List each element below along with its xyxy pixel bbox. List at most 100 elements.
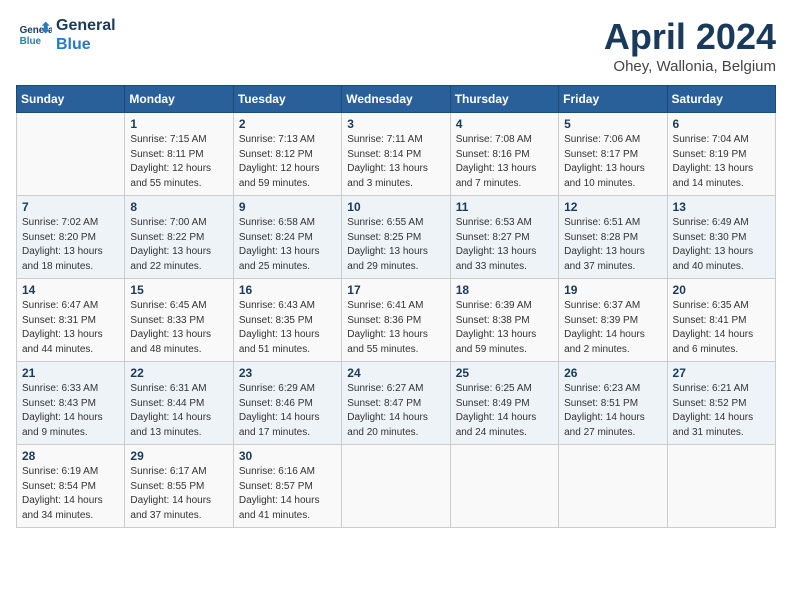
- day-number: 13: [673, 200, 770, 214]
- day-number: 1: [130, 117, 227, 131]
- svg-text:Blue: Blue: [20, 36, 42, 47]
- page-header: General Blue General Blue April 2024 Ohe…: [16, 16, 776, 75]
- day-number: 2: [239, 117, 336, 131]
- day-cell: 10 Sunrise: 6:55 AMSunset: 8:25 PMDayligh…: [342, 196, 450, 279]
- day-cell: 3Sunrise: 7:11 AMSunset: 8:14 PMDaylight…: [342, 113, 450, 196]
- day-cell: 22 Sunrise: 6:31 AMSunset: 8:44 PMDayligh…: [125, 362, 233, 445]
- day-cell: 29 Sunrise: 6:17 AMSunset: 8:55 PMDayligh…: [125, 445, 233, 528]
- day-info: Sunrise: 7:13 AMSunset: 8:12 PMDaylight:…: [239, 133, 336, 191]
- day-number: 25: [456, 366, 553, 380]
- day-cell: 30 Sunrise: 6:16 AMSunset: 8:57 PMDayligh…: [233, 445, 341, 528]
- day-info: Sunrise: 6:17 AMSunset: 8:55 PMDaylight:…: [130, 465, 227, 523]
- day-number: 9: [239, 200, 336, 214]
- day-info: Sunrise: 6:25 AMSunset: 8:49 PMDaylight:…: [456, 382, 553, 440]
- location: Ohey, Wallonia, Belgium: [604, 58, 776, 75]
- day-cell: 13Sunrise: 6:49 AMSunset: 8:30 PMDayligh…: [667, 196, 775, 279]
- day-number: 14: [22, 283, 119, 297]
- day-info: Sunrise: 7:06 AMSunset: 8:17 PMDaylight:…: [564, 133, 661, 191]
- day-cell: 4 Sunrise: 7:08 AMSunset: 8:16 PMDaylight…: [450, 113, 558, 196]
- day-number: 22: [130, 366, 227, 380]
- logo-icon: General Blue: [16, 17, 52, 53]
- day-cell: 6 Sunrise: 7:04 AMSunset: 8:19 PMDaylight…: [667, 113, 775, 196]
- day-cell: 5 Sunrise: 7:06 AMSunset: 8:17 PMDaylight…: [559, 113, 667, 196]
- day-cell: 18 Sunrise: 6:39 AMSunset: 8:38 PMDayligh…: [450, 279, 558, 362]
- day-number: 28: [22, 449, 119, 463]
- day-info: Sunrise: 6:23 AMSunset: 8:51 PMDaylight:…: [564, 382, 661, 440]
- day-number: 11: [456, 200, 553, 214]
- column-header-sunday: Sunday: [17, 86, 125, 113]
- day-info: Sunrise: 6:58 AMSunset: 8:24 PMDaylight:…: [239, 216, 336, 274]
- column-header-saturday: Saturday: [667, 86, 775, 113]
- month-title: April 2024: [604, 16, 776, 58]
- day-cell: 7Sunrise: 7:02 AMSunset: 8:20 PMDaylight…: [17, 196, 125, 279]
- day-cell: [559, 445, 667, 528]
- day-number: 27: [673, 366, 770, 380]
- day-info: Sunrise: 6:53 AMSunset: 8:27 PMDaylight:…: [456, 216, 553, 274]
- day-info: Sunrise: 6:47 AMSunset: 8:31 PMDaylight:…: [22, 299, 119, 357]
- day-number: 5: [564, 117, 661, 131]
- day-info: Sunrise: 7:15 AMSunset: 8:11 PMDaylight:…: [130, 133, 227, 191]
- day-number: 3: [347, 117, 444, 131]
- day-info: Sunrise: 6:43 AMSunset: 8:35 PMDaylight:…: [239, 299, 336, 357]
- title-block: April 2024 Ohey, Wallonia, Belgium: [604, 16, 776, 75]
- day-cell: 12 Sunrise: 6:51 AMSunset: 8:28 PMDayligh…: [559, 196, 667, 279]
- day-number: 10: [347, 200, 444, 214]
- day-number: 4: [456, 117, 553, 131]
- day-cell: 9 Sunrise: 6:58 AMSunset: 8:24 PMDaylight…: [233, 196, 341, 279]
- day-cell: 24Sunrise: 6:27 AMSunset: 8:47 PMDayligh…: [342, 362, 450, 445]
- day-number: 20: [673, 283, 770, 297]
- day-info: Sunrise: 6:37 AMSunset: 8:39 PMDaylight:…: [564, 299, 661, 357]
- day-number: 19: [564, 283, 661, 297]
- day-number: 16: [239, 283, 336, 297]
- day-cell: 28 Sunrise: 6:19 AMSunset: 8:54 PMDayligh…: [17, 445, 125, 528]
- day-info: Sunrise: 6:55 AMSunset: 8:25 PMDaylight:…: [347, 216, 444, 274]
- column-header-friday: Friday: [559, 86, 667, 113]
- day-info: Sunrise: 6:31 AMSunset: 8:44 PMDaylight:…: [130, 382, 227, 440]
- day-number: 24: [347, 366, 444, 380]
- logo: General Blue General Blue: [16, 16, 116, 54]
- column-header-tuesday: Tuesday: [233, 86, 341, 113]
- day-number: 6: [673, 117, 770, 131]
- day-cell: 1 Sunrise: 7:15 AMSunset: 8:11 PMDaylight…: [125, 113, 233, 196]
- week-row-5: 28 Sunrise: 6:19 AMSunset: 8:54 PMDayligh…: [17, 445, 776, 528]
- column-header-monday: Monday: [125, 86, 233, 113]
- day-info: Sunrise: 6:19 AMSunset: 8:54 PMDaylight:…: [22, 465, 119, 523]
- day-info: Sunrise: 6:33 AMSunset: 8:43 PMDaylight:…: [22, 382, 119, 440]
- day-number: 29: [130, 449, 227, 463]
- day-cell: 26 Sunrise: 6:23 AMSunset: 8:51 PMDayligh…: [559, 362, 667, 445]
- day-cell: [17, 113, 125, 196]
- day-info: Sunrise: 6:21 AMSunset: 8:52 PMDaylight:…: [673, 382, 770, 440]
- column-header-wednesday: Wednesday: [342, 86, 450, 113]
- day-number: 26: [564, 366, 661, 380]
- day-info: Sunrise: 7:08 AMSunset: 8:16 PMDaylight:…: [456, 133, 553, 191]
- logo-blue: Blue: [56, 35, 116, 54]
- day-number: 12: [564, 200, 661, 214]
- day-info: Sunrise: 6:29 AMSunset: 8:46 PMDaylight:…: [239, 382, 336, 440]
- day-cell: 8Sunrise: 7:00 AMSunset: 8:22 PMDaylight…: [125, 196, 233, 279]
- day-number: 17: [347, 283, 444, 297]
- day-number: 15: [130, 283, 227, 297]
- column-header-thursday: Thursday: [450, 86, 558, 113]
- day-number: 23: [239, 366, 336, 380]
- day-info: Sunrise: 6:35 AMSunset: 8:41 PMDaylight:…: [673, 299, 770, 357]
- day-cell: 17 Sunrise: 6:41 AMSunset: 8:36 PMDayligh…: [342, 279, 450, 362]
- header-row: SundayMondayTuesdayWednesdayThursdayFrid…: [17, 86, 776, 113]
- day-info: Sunrise: 7:04 AMSunset: 8:19 PMDaylight:…: [673, 133, 770, 191]
- day-info: Sunrise: 6:39 AMSunset: 8:38 PMDaylight:…: [456, 299, 553, 357]
- day-number: 18: [456, 283, 553, 297]
- day-cell: 14 Sunrise: 6:47 AMSunset: 8:31 PMDayligh…: [17, 279, 125, 362]
- calendar-table: SundayMondayTuesdayWednesdayThursdayFrid…: [16, 85, 776, 528]
- day-info: Sunrise: 6:16 AMSunset: 8:57 PMDaylight:…: [239, 465, 336, 523]
- week-row-2: 7Sunrise: 7:02 AMSunset: 8:20 PMDaylight…: [17, 196, 776, 279]
- logo-general: General: [56, 16, 116, 35]
- day-info: Sunrise: 6:51 AMSunset: 8:28 PMDaylight:…: [564, 216, 661, 274]
- day-number: 30: [239, 449, 336, 463]
- day-cell: [667, 445, 775, 528]
- week-row-4: 21Sunrise: 6:33 AMSunset: 8:43 PMDayligh…: [17, 362, 776, 445]
- week-row-3: 14 Sunrise: 6:47 AMSunset: 8:31 PMDayligh…: [17, 279, 776, 362]
- day-cell: 27 Sunrise: 6:21 AMSunset: 8:52 PMDayligh…: [667, 362, 775, 445]
- day-cell: 19 Sunrise: 6:37 AMSunset: 8:39 PMDayligh…: [559, 279, 667, 362]
- day-info: Sunrise: 6:41 AMSunset: 8:36 PMDaylight:…: [347, 299, 444, 357]
- week-row-1: 1 Sunrise: 7:15 AMSunset: 8:11 PMDaylight…: [17, 113, 776, 196]
- day-cell: 11 Sunrise: 6:53 AMSunset: 8:27 PMDayligh…: [450, 196, 558, 279]
